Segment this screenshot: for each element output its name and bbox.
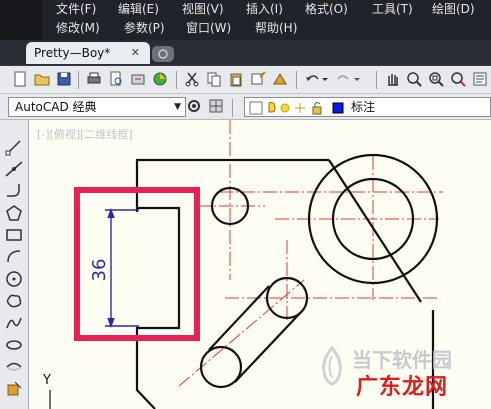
outline-notch <box>135 206 181 409</box>
workspace-settings-gear-icon[interactable] <box>186 98 202 114</box>
dimension-arrow-top <box>107 208 115 219</box>
circle-icon[interactable] <box>5 270 23 288</box>
menu-file[interactable]: 文件(F) <box>56 2 96 16</box>
publish-icon[interactable] <box>130 71 146 87</box>
polygon-icon[interactable] <box>5 204 23 222</box>
undo-icon[interactable] <box>304 71 330 87</box>
outline-right-slope <box>328 159 422 303</box>
current-layer-name: 标注 <box>351 100 376 114</box>
ucs-y-label: Y <box>42 373 51 388</box>
layer-dropdown[interactable]: 标注 <box>244 97 491 117</box>
redo-icon[interactable] <box>336 71 362 87</box>
toolbar-separator <box>78 71 79 89</box>
toolbar-separator <box>232 99 233 117</box>
menu-modify[interactable]: 修改(M) <box>56 21 100 35</box>
menu-draw[interactable]: 绘图(D) <box>432 2 475 16</box>
workspace-grid-icon[interactable] <box>208 98 224 114</box>
outline-top-left <box>135 158 329 212</box>
properties-icon[interactable] <box>472 71 488 87</box>
print-preview-icon[interactable] <box>108 71 124 87</box>
viewport-label[interactable]: [-][俯视][二维线框] <box>37 126 133 142</box>
dimension-arrow-bottom <box>107 317 115 328</box>
menu-edit[interactable]: 编辑(E) <box>118 2 159 16</box>
menu-tools[interactable]: 工具(T) <box>372 2 413 16</box>
menu-insert[interactable]: 插入(I) <box>246 2 283 16</box>
paste-icon[interactable] <box>228 71 244 87</box>
tab-close-icon[interactable]: ✕ <box>131 42 140 64</box>
menu-window[interactable]: 窗口(W) <box>186 21 231 35</box>
new-tab-button[interactable] <box>152 46 174 62</box>
slot-edge-lower <box>234 309 304 383</box>
rectangle-icon[interactable] <box>5 226 23 244</box>
save-icon[interactable] <box>56 71 72 87</box>
draw-toolbar <box>0 120 29 409</box>
polyline-icon[interactable] <box>5 182 23 200</box>
tab-label: Pretty—Boy* <box>34 46 111 60</box>
spline-icon[interactable] <box>5 314 23 332</box>
menu-format[interactable]: 格式(O) <box>305 2 348 16</box>
line-tool-icon[interactable] <box>5 138 23 156</box>
zoom-previous-icon[interactable] <box>450 71 466 87</box>
cut-icon[interactable] <box>184 71 200 87</box>
block-editor-icon[interactable] <box>272 71 288 87</box>
menu-view[interactable]: 视图(V) <box>182 2 224 16</box>
arc-icon[interactable] <box>5 248 23 266</box>
workspace-dropdown[interactable]: AutoCAD 经典 ▼ <box>8 97 186 117</box>
workspace-value: AutoCAD 经典 <box>15 100 97 114</box>
revision-cloud-icon[interactable] <box>5 292 23 310</box>
toolbar-separator <box>296 71 297 89</box>
menu-bar: 文件(F) 编辑(E) 视图(V) 插入(I) 格式(O) 工具(T) 绘图(D… <box>0 0 491 40</box>
layer-state-icons <box>249 101 344 115</box>
open-folder-icon[interactable] <box>34 71 50 87</box>
chevron-down-icon: ▼ <box>174 102 181 112</box>
slot-edge-upper <box>208 285 270 351</box>
dimension-text: 36 <box>89 259 110 282</box>
pan-hand-icon[interactable] <box>384 71 400 87</box>
match-properties-icon[interactable] <box>250 71 266 87</box>
watermark-logo-icon <box>322 346 342 386</box>
toolbar-separator <box>176 71 177 89</box>
toolbar-separator <box>376 71 377 89</box>
zoom-window-icon[interactable] <box>428 71 444 87</box>
print-icon[interactable] <box>86 71 102 87</box>
ellipse-icon[interactable] <box>5 336 23 354</box>
insert-block-icon[interactable] <box>5 380 23 398</box>
new-file-icon[interactable] <box>12 71 28 87</box>
watermark-text-secondary: 广东龙网 <box>356 375 449 400</box>
menu-parametric[interactable]: 参数(P) <box>124 21 165 35</box>
menu-help[interactable]: 帮助(H) <box>255 21 297 35</box>
plus-icon <box>158 49 168 59</box>
ellipse-arc-icon[interactable] <box>5 358 23 376</box>
tab-drawing[interactable]: Pretty—Boy* ✕ <box>26 42 150 64</box>
dimension-36[interactable] <box>105 208 139 328</box>
copy-icon[interactable] <box>206 71 222 87</box>
construction-line-icon[interactable] <box>5 160 23 178</box>
standard-toolbar <box>0 66 491 94</box>
app-button-area[interactable] <box>0 0 42 40</box>
zoom-realtime-icon[interactable] <box>406 71 422 87</box>
3d-dwf-icon[interactable] <box>152 71 168 87</box>
